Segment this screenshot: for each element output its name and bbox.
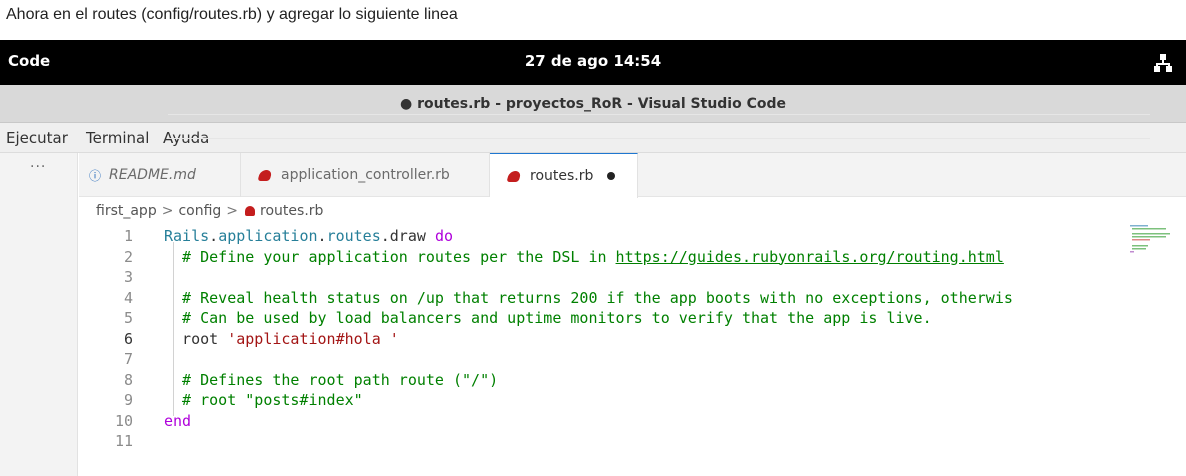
code-token: draw	[389, 227, 435, 245]
document-top-text: Ahora en el routes (config/routes.rb) y …	[0, 0, 1186, 40]
current-line-highlight	[168, 114, 1150, 139]
line-number: 5	[123, 309, 133, 327]
code-line[interactable]: 6 root 'application#hola '	[79, 328, 1129, 350]
code-text[interactable]: # Define your application routes per the…	[164, 246, 1004, 268]
code-text[interactable]: # Reveal health status on /up that retur…	[164, 287, 1013, 309]
code-line[interactable]: 3	[79, 266, 1129, 288]
line-number: 8	[123, 370, 133, 389]
code-text[interactable]: root 'application#hola '	[164, 328, 399, 350]
tab-routes[interactable]: routes.rb	[490, 153, 638, 198]
code-text[interactable]: Rails.application.routes.draw do	[164, 225, 453, 247]
code-token: # root "posts#index"	[164, 391, 363, 409]
ruby-icon	[245, 206, 256, 216]
code-line[interactable]: 10 end	[79, 410, 1129, 432]
tab-label: routes.rb	[530, 168, 594, 184]
code-text[interactable]: end	[164, 410, 191, 432]
line-number: 7	[123, 350, 133, 368]
code-line[interactable]: 1 Rails.application.routes.draw do	[79, 225, 1129, 247]
activity-bar: ···	[0, 153, 78, 476]
code-text[interactable]: # Defines the root path route ("/")	[164, 369, 498, 391]
unsaved-dot-icon[interactable]	[607, 172, 616, 180]
network-icon[interactable]	[1154, 54, 1172, 72]
code-editor[interactable]: 1 Rails.application.routes.draw do 2 # Def…	[79, 225, 1129, 476]
line-number: 2	[123, 247, 133, 266]
code-token: # Define your application routes per the…	[164, 247, 616, 266]
code-token: root	[164, 329, 228, 348]
menu-ejecutar[interactable]: Ejecutar	[6, 129, 68, 147]
code-token: # Reveal health status on /up that retur…	[164, 288, 1013, 307]
tab-label: README.md	[109, 167, 196, 183]
code-line[interactable]: 2 # Define your application routes per t…	[79, 246, 1129, 268]
code-token: .	[380, 227, 390, 245]
code-line[interactable]: 5 # Can be used by load balancers and up…	[79, 307, 1129, 329]
code-line[interactable]: 4 # Reveal health status on /up that ret…	[79, 287, 1129, 309]
minimap[interactable]	[1130, 225, 1170, 265]
code-token: do	[434, 227, 453, 245]
breadcrumb-config[interactable]: config	[178, 203, 221, 219]
code-token: Rails	[164, 227, 210, 245]
code-token: 'application#hola '	[227, 329, 399, 348]
code-token: # Can be used by load balancers and upti…	[164, 309, 932, 327]
breadcrumb-separator: >	[161, 203, 174, 219]
code-token: end	[164, 411, 192, 430]
breadcrumb-first-app[interactable]: first_app	[96, 203, 157, 219]
code-link[interactable]: https://guides.rubyonrails.org/routing.h…	[616, 248, 1004, 266]
line-number: 10	[114, 411, 133, 430]
menu-terminal[interactable]: Terminal	[86, 129, 149, 147]
code-token: .	[317, 227, 327, 245]
code-token: routes	[326, 227, 381, 245]
tab-readme[interactable]: ⓘ README.md	[79, 153, 241, 197]
line-number: 9	[123, 391, 133, 409]
code-token: application	[218, 227, 318, 245]
tab-application-controller[interactable]: application_controller.rb	[241, 153, 490, 197]
breadcrumb: first_app > config > routes.rb	[96, 203, 323, 219]
code-text[interactable]: # Can be used by load balancers and upti…	[164, 307, 932, 329]
gnome-top-bar: Code 27 de ago 14:54	[0, 40, 1186, 85]
editor-tab-bar: ⓘ README.md application_controller.rb ro…	[79, 153, 1186, 198]
info-icon: ⓘ	[89, 168, 102, 183]
code-line[interactable]: 11	[79, 430, 1129, 452]
more-actions-button[interactable]: ···	[30, 159, 46, 175]
line-number: 1	[123, 227, 133, 245]
breadcrumb-routes[interactable]: routes.rb	[260, 203, 323, 219]
tab-label: application_controller.rb	[281, 167, 450, 183]
code-text[interactable]: # root "posts#index"	[164, 389, 363, 411]
line-number: 4	[123, 288, 133, 307]
code-line[interactable]: 7	[79, 348, 1129, 370]
ruby-icon	[257, 169, 273, 181]
line-number: 3	[123, 268, 133, 286]
ruby-icon	[506, 170, 522, 182]
line-number: 11	[114, 432, 133, 450]
code-line[interactable]: 8 # Defines the root path route ("/")	[79, 369, 1129, 391]
line-number: 6	[123, 329, 133, 348]
code-token: # Defines the root path route ("/")	[164, 370, 499, 389]
breadcrumb-separator: >	[226, 203, 239, 219]
system-clock[interactable]: 27 de ago 14:54	[0, 52, 1186, 70]
code-line[interactable]: 9 # root "posts#index"	[79, 389, 1129, 411]
code-token: .	[209, 227, 219, 245]
